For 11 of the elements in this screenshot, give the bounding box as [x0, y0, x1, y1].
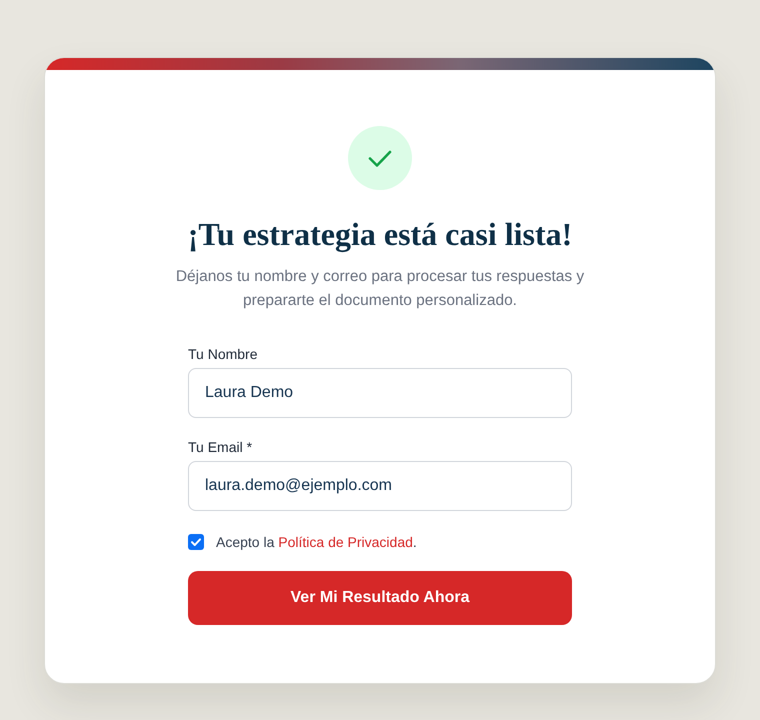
- field-label: Tu Email *: [188, 438, 252, 457]
- input-field[interactable]: laura.demo@ejemplo.com: [188, 461, 572, 511]
- subtitle: Déjanos tu nombre y correo para procesar tus respuestas y prepararte el documento personalizado.: [174, 267, 586, 311]
- consent-checkbox[interactable]: [188, 534, 204, 550]
- checkmark-icon: [348, 126, 412, 190]
- submit-button[interactable]: Ver Mi Resultado Ahora: [188, 571, 572, 625]
- privacy-policy-link[interactable]: Política de Privacidad: [278, 534, 413, 550]
- consent-text: Acepto la Política de Privacidad.: [216, 533, 417, 552]
- input-field[interactable]: Laura Demo: [188, 368, 572, 418]
- heading: ¡Tu estrategia está casi lista!: [188, 216, 572, 252]
- field-label: Tu Nombre: [188, 345, 258, 364]
